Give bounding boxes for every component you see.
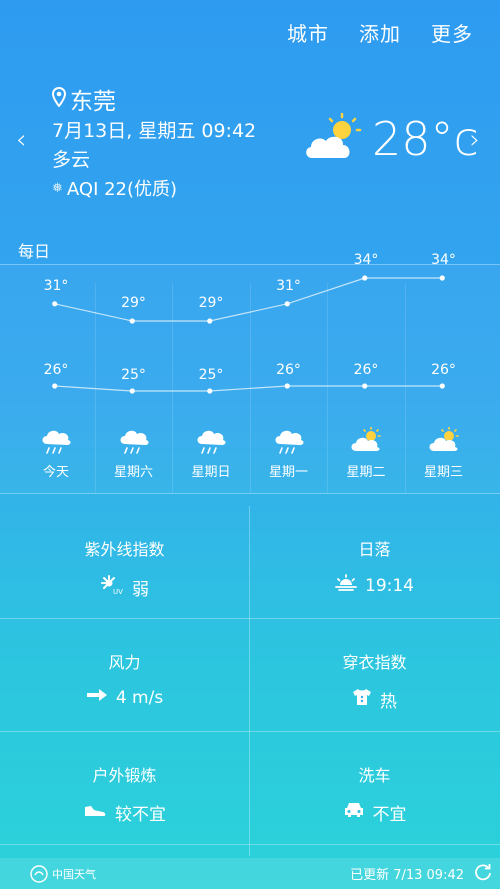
card-title: 紫外线指数: [84, 540, 165, 559]
exercise-card[interactable]: 户外锻炼 较不宜: [0, 732, 249, 844]
more-button[interactable]: 更多: [416, 18, 488, 47]
rain-cloud-icon: [39, 427, 73, 455]
low-temp-label: 25°: [121, 367, 146, 383]
card-value: 不宜: [372, 805, 407, 825]
high-temp-label: 34°: [431, 252, 456, 268]
sunset-icon: [335, 574, 357, 597]
card-title: 洗车: [358, 766, 391, 785]
aqi-row: ❅ AQI 22(优质): [52, 175, 177, 201]
card-value: 较不宜: [115, 805, 166, 825]
card-value: 4 m/s: [115, 687, 164, 708]
footer-bar: 中国天气 已更新 7/13 09:42: [0, 858, 500, 889]
brand-logo: 中国天气: [30, 864, 96, 883]
clothing-card[interactable]: 穿衣指数 热: [250, 619, 499, 731]
card-title: 风力: [108, 653, 141, 672]
svg-text:UV: UV: [113, 588, 123, 596]
forecast-day[interactable]: 29° 25° 星期六: [95, 265, 173, 493]
brand-name: 中国天气: [52, 867, 96, 881]
day-name: 星期二: [346, 465, 386, 480]
day-name: 星期六: [113, 465, 153, 480]
forecast-day[interactable]: 34° 26° 星期三: [405, 252, 483, 493]
brand-emblem-icon: [30, 864, 48, 883]
life-index-grid: 紫外线指数 UV 弱 日落 19:14 风力 4 m/s 穿衣指数 热 户外锻炼…: [0, 506, 500, 856]
wind-card[interactable]: 风力 4 m/s: [0, 619, 249, 731]
prev-city-arrow-icon[interactable]: ‹: [16, 125, 26, 155]
forecast-day[interactable]: 31° 26° 今天: [17, 265, 95, 493]
uv-index-card[interactable]: 紫外线指数 UV 弱: [0, 506, 249, 618]
card-title: 穿衣指数: [342, 653, 407, 672]
city-button[interactable]: 城市: [272, 18, 344, 47]
aqi-icon: ❅: [52, 180, 63, 196]
current-condition: 多云: [52, 149, 91, 171]
low-temp-label: 25°: [198, 367, 224, 383]
low-temp-label: 26°: [43, 362, 69, 378]
day-name: 星期日: [191, 465, 231, 480]
refresh-icon[interactable]: [474, 863, 492, 885]
low-temp-label: 26°: [353, 362, 379, 378]
forecast-day[interactable]: 31° 26° 星期一: [250, 265, 328, 493]
low-temp-label: 26°: [431, 362, 456, 378]
rain-cloud-icon: [117, 427, 151, 455]
rain-cloud-icon: [194, 427, 228, 455]
high-temp-label: 34°: [353, 252, 379, 268]
card-title: 日落: [358, 540, 391, 559]
card-value: 19:14: [365, 575, 414, 596]
shoe-icon: [83, 803, 107, 823]
rain-cloud-icon: [272, 427, 306, 455]
card-value: 弱: [132, 580, 149, 600]
day-name: 星期三: [423, 465, 463, 480]
low-temp-label: 26°: [276, 362, 301, 378]
location-row: 东莞: [51, 82, 116, 116]
day-name: 今天: [42, 465, 69, 480]
car-wash-card[interactable]: 洗车 不宜: [250, 732, 499, 844]
high-temp-label: 31°: [276, 277, 301, 294]
forecast-day[interactable]: 29° 25° 星期日: [172, 265, 250, 493]
high-temp-label: 29°: [121, 295, 146, 311]
day-name: 星期一: [268, 465, 308, 480]
daily-forecast: 31° 26° 今天 29° 25° 星期六 29° 25° 星期日 31° 26° 星期一 34° 26…: [0, 252, 500, 493]
sunset-card[interactable]: 日落 19:14: [250, 506, 499, 618]
forecast-day[interactable]: 34° 26° 星期二: [327, 252, 405, 493]
top-nav: 城市 添加 更多: [272, 18, 488, 47]
grid-divider: [0, 844, 500, 845]
current-datetime: 7月13日, 星期五 09:42: [52, 120, 257, 142]
location-pin-icon: [51, 86, 67, 111]
aqi-value: AQI 22(优质): [66, 179, 178, 200]
partly-cloudy-icon: [349, 426, 383, 455]
car-icon: [343, 802, 365, 823]
partly-cloudy-icon: [302, 112, 364, 164]
high-temp-label: 31°: [43, 277, 69, 294]
card-value: 热: [380, 692, 397, 712]
daily-section-label: 每日: [18, 242, 51, 261]
wind-arrow-icon: [86, 687, 108, 708]
divider: [0, 493, 500, 494]
current-city: 东莞: [70, 89, 116, 115]
card-title: 户外锻炼: [92, 766, 157, 785]
shirt-icon: [352, 688, 372, 711]
add-button[interactable]: 添加: [344, 18, 416, 47]
partly-cloudy-icon: [427, 426, 461, 455]
high-temp-label: 29°: [198, 295, 224, 311]
current-temperature: 28°c: [372, 112, 479, 166]
uv-icon: UV: [100, 574, 124, 601]
last-updated: 已更新 7/13 09:42: [350, 868, 464, 883]
